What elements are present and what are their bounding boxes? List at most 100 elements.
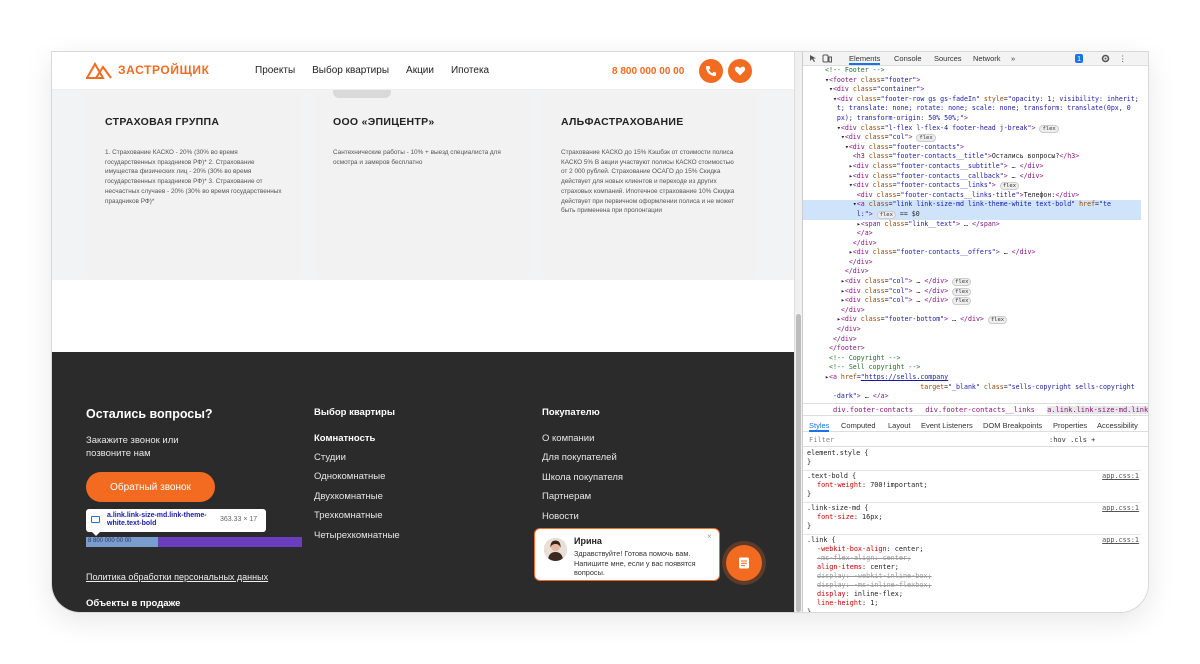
css-rule[interactable]: .link-size-md {app.css:1 font-size: 16px;… <box>803 503 1141 535</box>
footer-link[interactable]: Трехкомнатные <box>314 510 400 521</box>
css-declaration[interactable]: display: -webkit-inline-box; <box>807 572 1137 581</box>
breadcrumb-item[interactable]: a.link.link-size-md.link-theme-white.tex… <box>1047 406 1148 414</box>
css-source-link[interactable]: app.css:1 <box>1102 504 1139 513</box>
dom-node-line[interactable]: ▸<div class="footer-bottom"> … </div> fl… <box>803 315 1141 325</box>
more-options-icon[interactable]: ⋮ <box>1119 54 1127 63</box>
dom-node-line[interactable]: </a> <box>803 229 1141 239</box>
dom-node-line[interactable]: </div> <box>803 306 1141 316</box>
gear-icon[interactable] <box>1101 54 1110 63</box>
nav-promotions[interactable]: Акции <box>406 65 434 76</box>
dom-node-line[interactable]: ▸<div class="col"> … </div> flex <box>803 277 1141 287</box>
callback-button[interactable]: Обратный звонок <box>86 472 215 502</box>
chat-popup[interactable]: Ирина Здравствуйте! Готова помочь вам. Н… <box>534 528 720 581</box>
inspect-element-icon[interactable] <box>809 54 818 63</box>
css-declaration[interactable]: -webkit-box-align: center; <box>807 545 1137 554</box>
tab-network[interactable]: Network <box>973 54 1001 63</box>
css-declaration[interactable]: display: inline-flex; <box>807 590 1137 599</box>
css-rule[interactable]: .link {app.css:1 -webkit-box-align: cente… <box>803 535 1141 612</box>
footer-link[interactable]: Школа покупателя <box>542 472 623 483</box>
page-scrollbar[interactable] <box>794 52 802 612</box>
css-rule[interactable]: element.style {} <box>803 448 1141 471</box>
breadcrumb-item[interactable]: div.footer-contacts__links <box>925 406 1035 414</box>
css-declaration[interactable]: font-weight: 700!important; <box>807 481 1137 490</box>
footer-link[interactable]: Однокомнатные <box>314 471 400 482</box>
tab-layout[interactable]: Layout <box>888 421 911 430</box>
tab-computed[interactable]: Computed <box>841 421 876 430</box>
footer-link[interactable]: Партнерам <box>542 491 623 502</box>
header-phone[interactable]: 8 800 000 00 00 <box>612 66 684 77</box>
dom-node-line[interactable]: ▾<div class="footer-contacts"> <box>803 143 1141 153</box>
css-declaration[interactable]: font-size: 16px; <box>807 513 1137 522</box>
dom-node-line[interactable]: ▾<div class="footer-contacts__links"> fl… <box>803 181 1141 191</box>
tab-elements[interactable]: Elements <box>849 54 881 65</box>
highlighted-phone-link[interactable]: 8 800 000 00 00 <box>86 537 302 547</box>
nav-mortgage[interactable]: Ипотека <box>451 65 489 76</box>
favorites-button[interactable] <box>728 59 752 83</box>
nav-projects[interactable]: Проекты <box>255 65 295 76</box>
dom-node-line[interactable]: <!-- Footer --> <box>803 66 1141 76</box>
dom-node-line[interactable]: ▸<a href="https://sells.company <box>803 373 1141 383</box>
nav-apartment-choice[interactable]: Выбор квартиры <box>312 65 389 76</box>
close-icon[interactable]: × <box>707 532 712 541</box>
dom-node-line[interactable]: ▸<div class="footer-contacts__offers"> …… <box>803 248 1141 258</box>
dom-node-line[interactable]: l:"> flex == $0 <box>803 209 1141 220</box>
css-declaration[interactable]: display: -ms-inline-flexbox; <box>807 581 1137 590</box>
tab-properties[interactable]: Properties <box>1053 421 1087 430</box>
dom-node-line[interactable]: </div> <box>803 335 1141 345</box>
dom-node-line[interactable]: ▸<span class="link__text"> … </span> <box>803 220 1141 230</box>
styles-filter-input[interactable]: Filter <box>809 436 834 444</box>
css-declaration[interactable]: -ms-flex-align: center; <box>807 554 1137 563</box>
dom-node-line[interactable]: </div> <box>803 239 1141 249</box>
dom-node-line[interactable]: ▾<div class="col"> flex <box>803 133 1141 143</box>
chat-open-button[interactable] <box>726 545 762 581</box>
dom-node-line[interactable]: target="_blank" class="sells-copyright s… <box>803 383 1141 393</box>
more-tabs-icon[interactable]: » <box>1011 54 1015 63</box>
footer-link[interactable]: Студии <box>314 452 400 463</box>
dom-node-line[interactable]: ▾<footer class="footer"> <box>803 76 1141 86</box>
dom-node-line[interactable]: t; translate: none; rotate: none; scale:… <box>803 104 1141 114</box>
dom-node-line[interactable]: ▸<div class="col"> … </div> flex <box>803 287 1141 297</box>
dom-node-line[interactable]: <!-- Copyright --> <box>803 354 1141 364</box>
footer-link[interactable]: Для покупателей <box>542 452 623 463</box>
dom-node-line[interactable]: <div class="footer-contacts__links-title… <box>803 191 1141 201</box>
footer-link[interactable]: Четырехкомнатные <box>314 530 400 541</box>
device-toggle-icon[interactable] <box>822 54 832 63</box>
issues-badge[interactable]: 1 <box>1075 54 1084 63</box>
dom-node-line[interactable]: ▾<a class="link link-size-md link-theme-… <box>803 200 1141 210</box>
dom-node-line[interactable]: </div> <box>803 267 1141 277</box>
site-logo[interactable]: ЗАСТРОЙЩИК <box>86 61 210 79</box>
dom-node-line[interactable]: <!-- Sell copyright --> <box>803 363 1141 373</box>
dom-node-line[interactable]: -dark"> … </a> <box>803 392 1141 398</box>
css-source-link[interactable]: app.css:1 <box>1102 536 1139 545</box>
phone-button[interactable] <box>699 59 723 83</box>
dom-node-line[interactable]: ▾<div class="container"> <box>803 85 1141 95</box>
footer-link[interactable]: О компании <box>542 433 623 444</box>
dom-node-line[interactable]: ▾<div class="footer-row gs gs-fadeIn" st… <box>803 95 1141 105</box>
tab-styles[interactable]: Styles <box>809 421 830 432</box>
dom-node-line[interactable]: ▸<div class="col"> … </div> flex <box>803 296 1141 306</box>
css-rule[interactable]: .text-bold {app.css:1 font-weight: 700!im… <box>803 471 1141 503</box>
dom-tree[interactable]: <!-- Footer --> ▾<footer class="footer"> … <box>803 66 1141 398</box>
css-declaration[interactable]: line-height: 1; <box>807 599 1137 608</box>
dom-node-line[interactable]: px); transform-origin: 50% 50%;"> <box>803 114 1141 124</box>
footer-link[interactable]: Двухкомнатные <box>314 491 400 502</box>
privacy-policy-link[interactable]: Политика обработки персональных данных <box>86 572 268 582</box>
dom-node-line[interactable]: ▸<div class="footer-contacts__callback">… <box>803 172 1141 182</box>
tab-event-listeners[interactable]: Event Listeners <box>921 421 973 430</box>
dom-node-line[interactable]: <h3 class="footer-contacts__title">Остал… <box>803 152 1141 162</box>
css-declaration[interactable]: align-items: center; <box>807 563 1137 572</box>
dom-node-line[interactable]: </footer> <box>803 344 1141 354</box>
tab-sources[interactable]: Sources <box>934 54 962 63</box>
footer-link[interactable]: Новости <box>542 511 623 522</box>
dom-node-line[interactable]: </div> <box>803 258 1141 268</box>
styles-filter-tools[interactable]: :hov .cls + <box>1049 436 1095 444</box>
breadcrumb-item[interactable]: div.footer-contacts <box>833 406 913 414</box>
css-source-link[interactable]: app.css:1 <box>1102 472 1139 481</box>
dom-node-line[interactable]: </div> <box>803 325 1141 335</box>
tab-accessibility[interactable]: Accessibility <box>1097 421 1138 430</box>
dom-node-line[interactable]: ▸<div class="footer-contacts__subtitle">… <box>803 162 1141 172</box>
dom-node-line[interactable]: ▾<div class="l-flex l-flex-4 footer-head… <box>803 124 1141 134</box>
tab-dom-breakpoints[interactable]: DOM Breakpoints <box>983 421 1042 430</box>
tab-console[interactable]: Console <box>894 54 922 63</box>
scrollbar-thumb[interactable] <box>796 314 801 612</box>
